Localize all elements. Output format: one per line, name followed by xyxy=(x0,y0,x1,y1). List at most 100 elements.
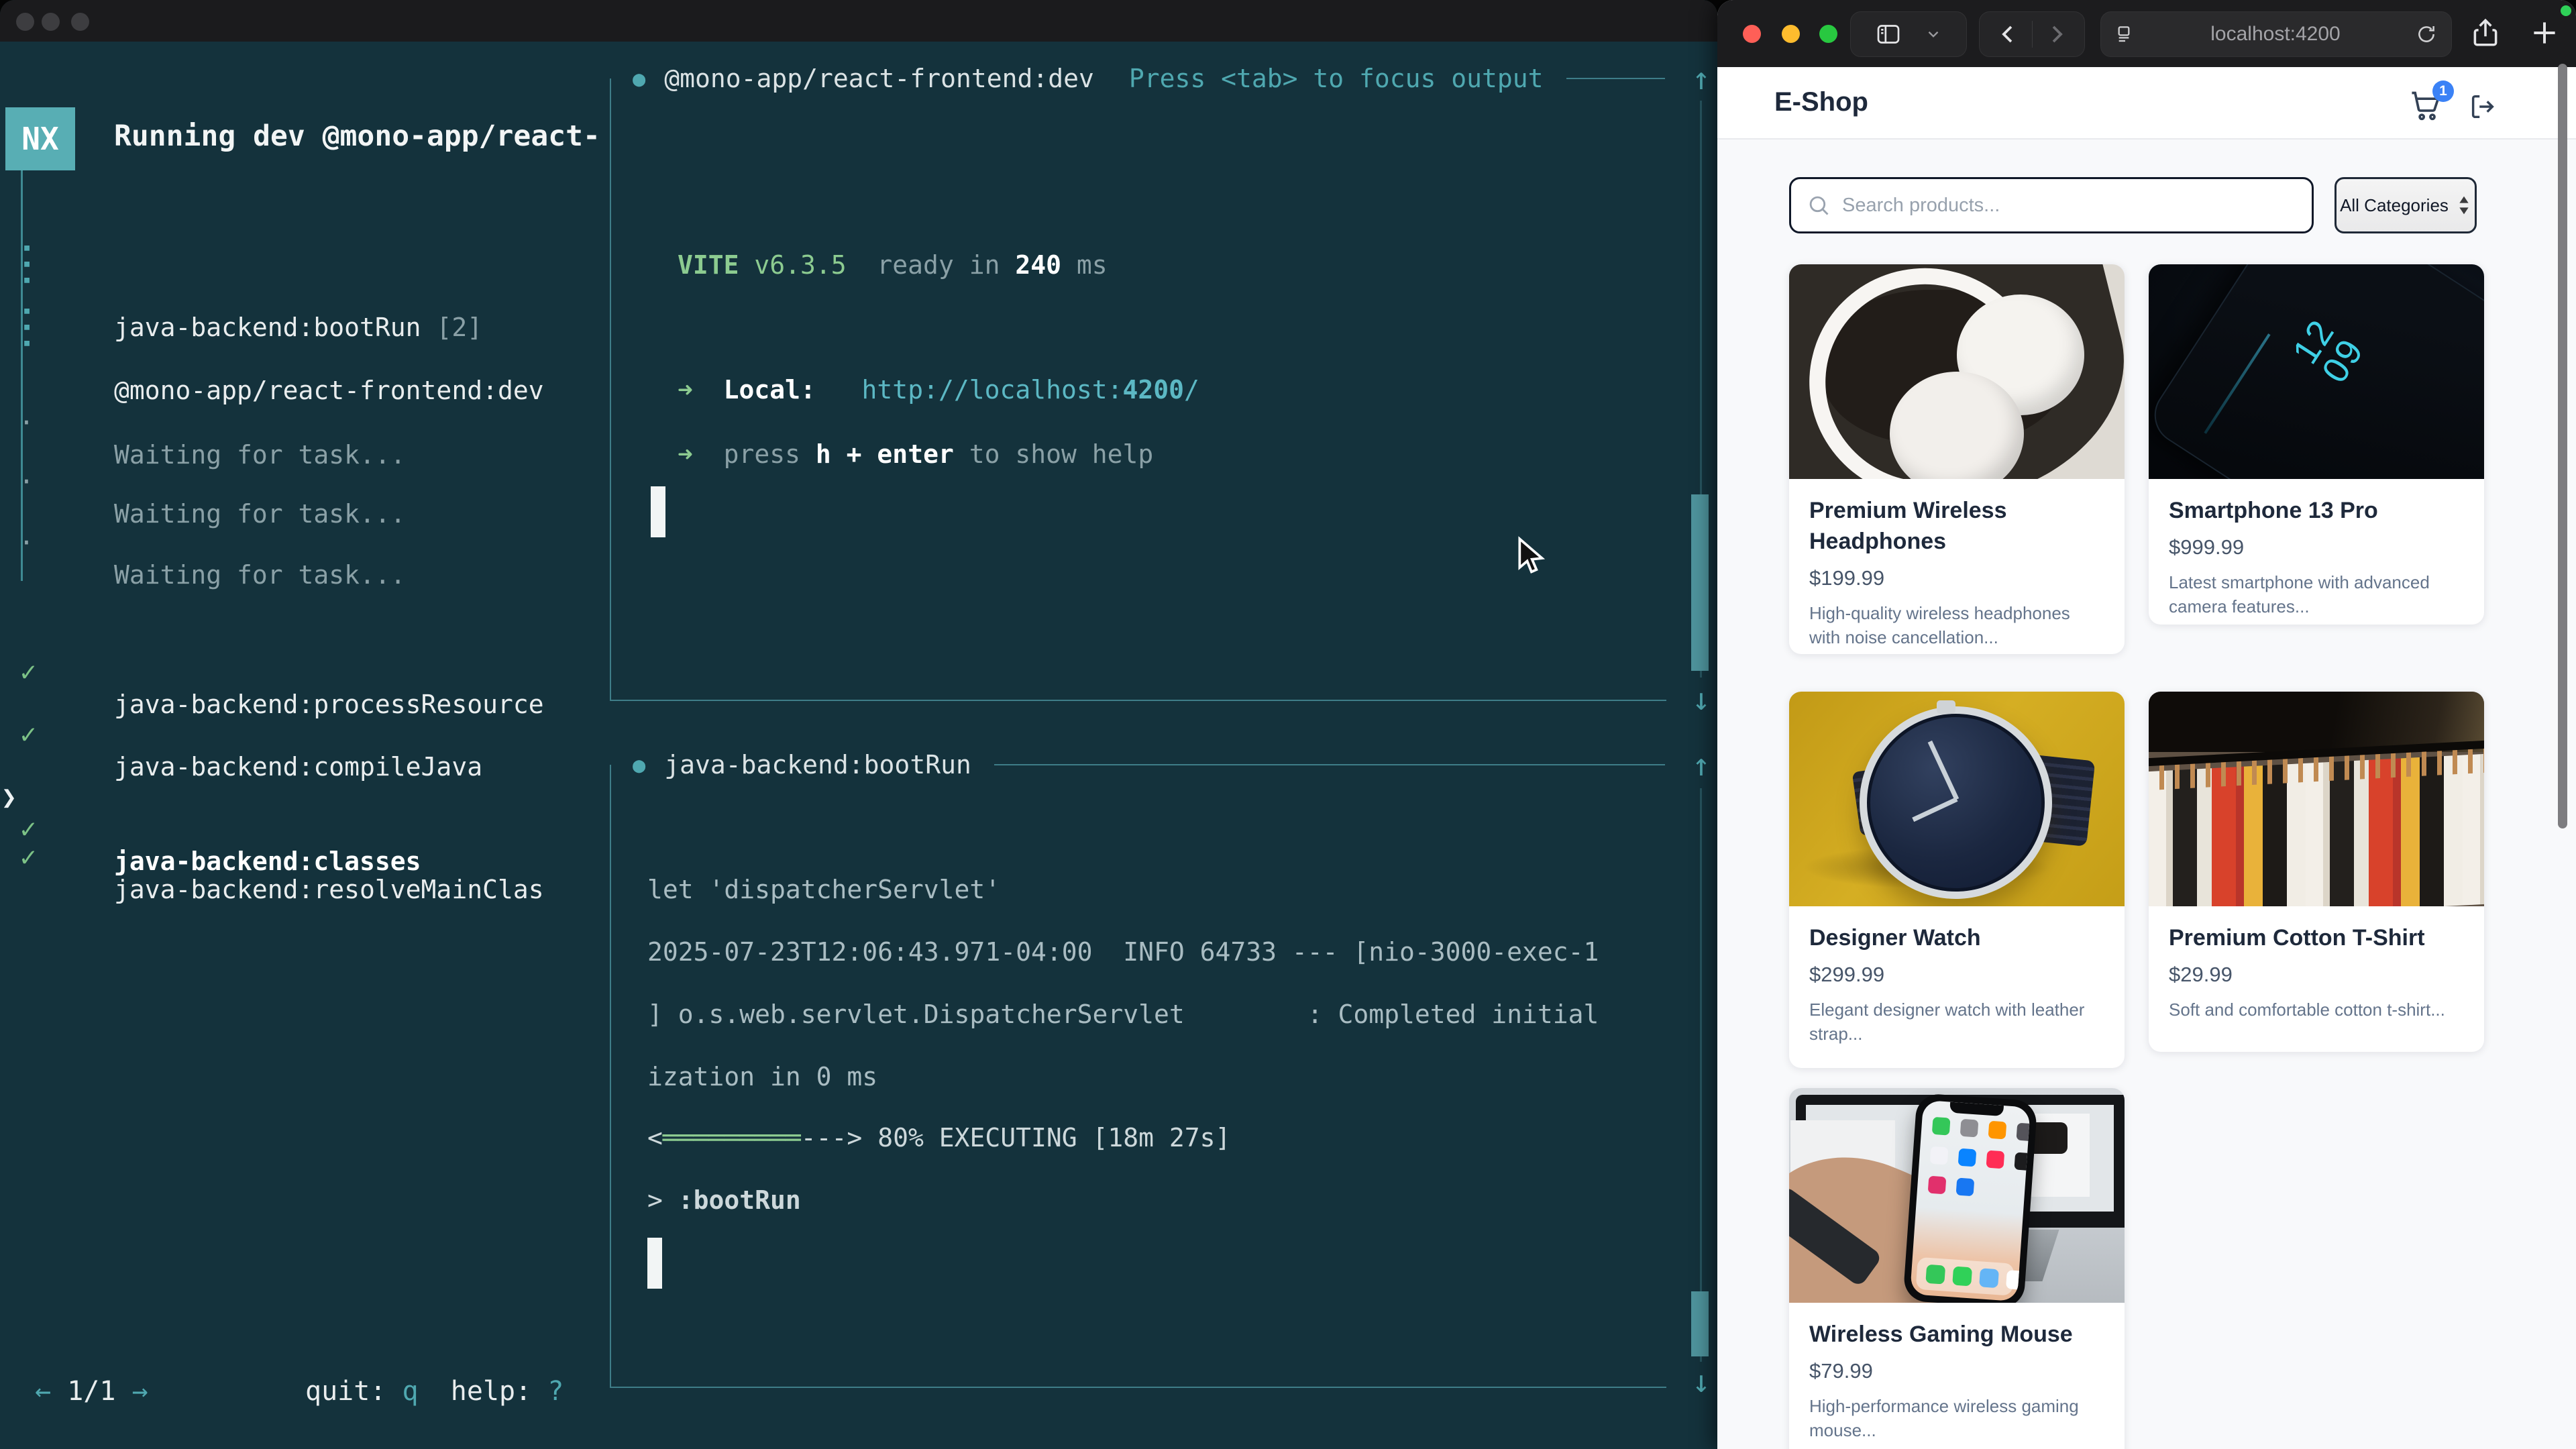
terminal-titlebar[interactable] xyxy=(0,0,1717,42)
task-label: java-backend:resolveMainClas xyxy=(114,873,544,906)
nav-divider xyxy=(2032,21,2033,48)
task-row-classes-selected[interactable]: ❯ ✓ java-backend:classes xyxy=(0,749,62,781)
task-row-bootrun: ▪ ▪ ▪ java-backend:bootRun [2] xyxy=(0,247,62,279)
product-name[interactable]: Designer Watch xyxy=(1809,922,2104,953)
quit-key: q xyxy=(402,1376,419,1407)
help-label: help: xyxy=(451,1376,531,1407)
url-text[interactable]: localhost:4200 xyxy=(2210,23,2340,46)
pager-nav[interactable]: ← 1/1 → xyxy=(35,1374,148,1409)
close-icon[interactable] xyxy=(1743,25,1761,43)
minimize-icon[interactable] xyxy=(1782,25,1800,43)
zoom-icon[interactable] xyxy=(71,13,89,31)
page-scrollbar-thumb[interactable] xyxy=(2558,64,2567,828)
mouse-art-dock-icons xyxy=(1925,1265,1945,1285)
product-description: High-performance wireless gaming mouse..… xyxy=(1809,1394,2104,1442)
help-hint-line: ➜ press h + enter to show help xyxy=(678,437,1153,471)
product-card-headphones[interactable]: Premium Wireless Headphones $199.99 High… xyxy=(1789,264,2125,654)
focus-hint: Press <tab> to focus output xyxy=(1129,64,1544,93)
vite-brand: VITE xyxy=(678,250,739,280)
task-label: Waiting for task... xyxy=(114,439,406,471)
log-line: let 'dispatcherServlet' xyxy=(647,873,1000,906)
task-row-resolve-main-class: ✓ java-backend:resolveMainClas xyxy=(0,809,62,841)
page-left-icon[interactable]: ← xyxy=(35,1376,51,1407)
arrow-icon: ➜ xyxy=(678,439,693,469)
cart-badge: 1 xyxy=(2432,80,2454,102)
local-url[interactable]: http://localhost: xyxy=(816,375,1123,405)
product-name[interactable]: Wireless Gaming Mouse xyxy=(1809,1319,2104,1350)
task-label: @mono-app/react-frontend:dev xyxy=(114,374,544,407)
back-icon[interactable] xyxy=(1996,21,2021,47)
product-info: Designer Watch $299.99 Elegant designer … xyxy=(1789,906,2125,1046)
search-input[interactable] xyxy=(1841,194,2246,217)
check-icon: ✓ xyxy=(20,841,36,873)
chevron-down-icon[interactable] xyxy=(1925,25,1942,43)
product-card-tshirt[interactable]: Premium Cotton T-Shirt $29.99 Soft and c… xyxy=(2149,692,2484,1052)
product-card-mouse[interactable]: Wireless Gaming Mouse $79.99 High-perfor… xyxy=(1789,1088,2125,1449)
chevron-right-icon: ❯ xyxy=(1,781,17,813)
forward-icon[interactable] xyxy=(2043,21,2069,47)
task-label: Waiting for task... xyxy=(114,498,406,530)
task-label: Waiting for task... xyxy=(114,559,406,591)
shop-logo[interactable]: E-Shop xyxy=(1774,87,1868,117)
close-icon[interactable] xyxy=(16,13,34,31)
local-url-port[interactable]: 4200 xyxy=(1122,375,1184,405)
task-dot-icon: ● xyxy=(633,66,645,91)
product-card-watch[interactable]: Designer Watch $299.99 Elegant designer … xyxy=(1789,692,2125,1068)
log-line: ization in 0 ms xyxy=(647,1060,877,1093)
product-image-headphones[interactable] xyxy=(1789,264,2125,479)
search-field[interactable] xyxy=(1789,177,2314,233)
page-settings-icon[interactable] xyxy=(2114,23,2136,45)
product-name[interactable]: Smartphone 13 Pro xyxy=(2169,495,2464,526)
local-url-line: ➜ Local: http://localhost:4200/ xyxy=(678,373,1199,407)
local-url-slash[interactable]: / xyxy=(1184,375,1199,405)
panel-title-text: java-backend:bootRun xyxy=(664,750,971,780)
scrollbar-track[interactable] xyxy=(1700,788,1702,1362)
logout-icon[interactable] xyxy=(2467,91,2498,122)
new-tab-icon[interactable] xyxy=(2528,16,2561,50)
product-image-smartphone[interactable]: 12 09 xyxy=(2149,264,2484,479)
mouse-art-phone-screen xyxy=(1910,1100,2031,1301)
product-image-watch[interactable] xyxy=(1789,692,2125,906)
scroll-down-icon: ↓ xyxy=(1685,1365,1717,1397)
product-name[interactable]: Premium Wireless Headphones xyxy=(1809,495,2104,557)
panel-border-line xyxy=(1566,78,1665,79)
product-image-tshirt[interactable] xyxy=(2149,692,2484,906)
product-description: Elegant designer watch with leather stra… xyxy=(1809,998,2104,1046)
product-price: $79.99 xyxy=(1809,1359,2104,1383)
help-pre: press xyxy=(693,439,816,469)
output-panel-bootrun-title[interactable]: ● java-backend:bootRun xyxy=(610,749,1665,781)
scrollbar-thumb[interactable] xyxy=(1691,1291,1709,1356)
zoom-icon[interactable] xyxy=(1819,25,1837,43)
scroll-up-icon: ↑ xyxy=(1685,749,1717,781)
prompt-command: :bootRun xyxy=(663,1185,801,1215)
product-price: $299.99 xyxy=(1809,963,2104,987)
scrollbar-thumb[interactable] xyxy=(1691,494,1709,671)
sidebar-toggle-group[interactable] xyxy=(1850,11,1967,57)
logout-button[interactable] xyxy=(2467,91,2498,125)
terminal-cursor xyxy=(647,1238,662,1289)
sidebar-icon[interactable] xyxy=(1875,21,1902,48)
product-name[interactable]: Premium Cotton T-Shirt xyxy=(2169,922,2464,953)
product-description: Soft and comfortable cotton t-shirt... xyxy=(2169,998,2464,1022)
shop-header: E-Shop 1 xyxy=(1717,67,2576,140)
product-image-mouse[interactable] xyxy=(1789,1088,2125,1303)
help-key: ? xyxy=(547,1376,564,1407)
product-description: Latest smartphone with advanced camera f… xyxy=(2169,570,2464,619)
waiting-dot-icon: · xyxy=(19,527,34,559)
progress-text: 80% EXECUTING [18m 27s] xyxy=(877,1123,1230,1152)
page-right-icon[interactable]: → xyxy=(132,1376,148,1407)
product-card-smartphone[interactable]: 12 09 Smartphone 13 Pro $999.99 Latest s… xyxy=(2149,264,2484,625)
output-panel-frontend-title[interactable]: ● @mono-app/react-frontend:dev Press <ta… xyxy=(610,62,1665,95)
minimize-icon[interactable] xyxy=(42,13,60,31)
reload-icon[interactable] xyxy=(2415,23,2438,46)
share-icon[interactable] xyxy=(2469,16,2502,50)
log-line: ] o.s.web.servlet.DispatcherServlet : Co… xyxy=(647,998,1599,1031)
ready-text: ready in xyxy=(847,250,1016,280)
scroll-down-icon: ↓ xyxy=(1685,683,1717,715)
cart-button[interactable]: 1 xyxy=(2408,89,2443,127)
address-bar[interactable]: localhost:4200 xyxy=(2100,11,2452,57)
task-row-compile-java: ✓ java-backend:compileJava xyxy=(0,686,62,718)
pager-keys: quit: q help: ? xyxy=(305,1374,564,1409)
product-info: Wireless Gaming Mouse $79.99 High-perfor… xyxy=(1789,1303,2125,1442)
category-select[interactable]: All Categories xyxy=(2334,177,2477,233)
